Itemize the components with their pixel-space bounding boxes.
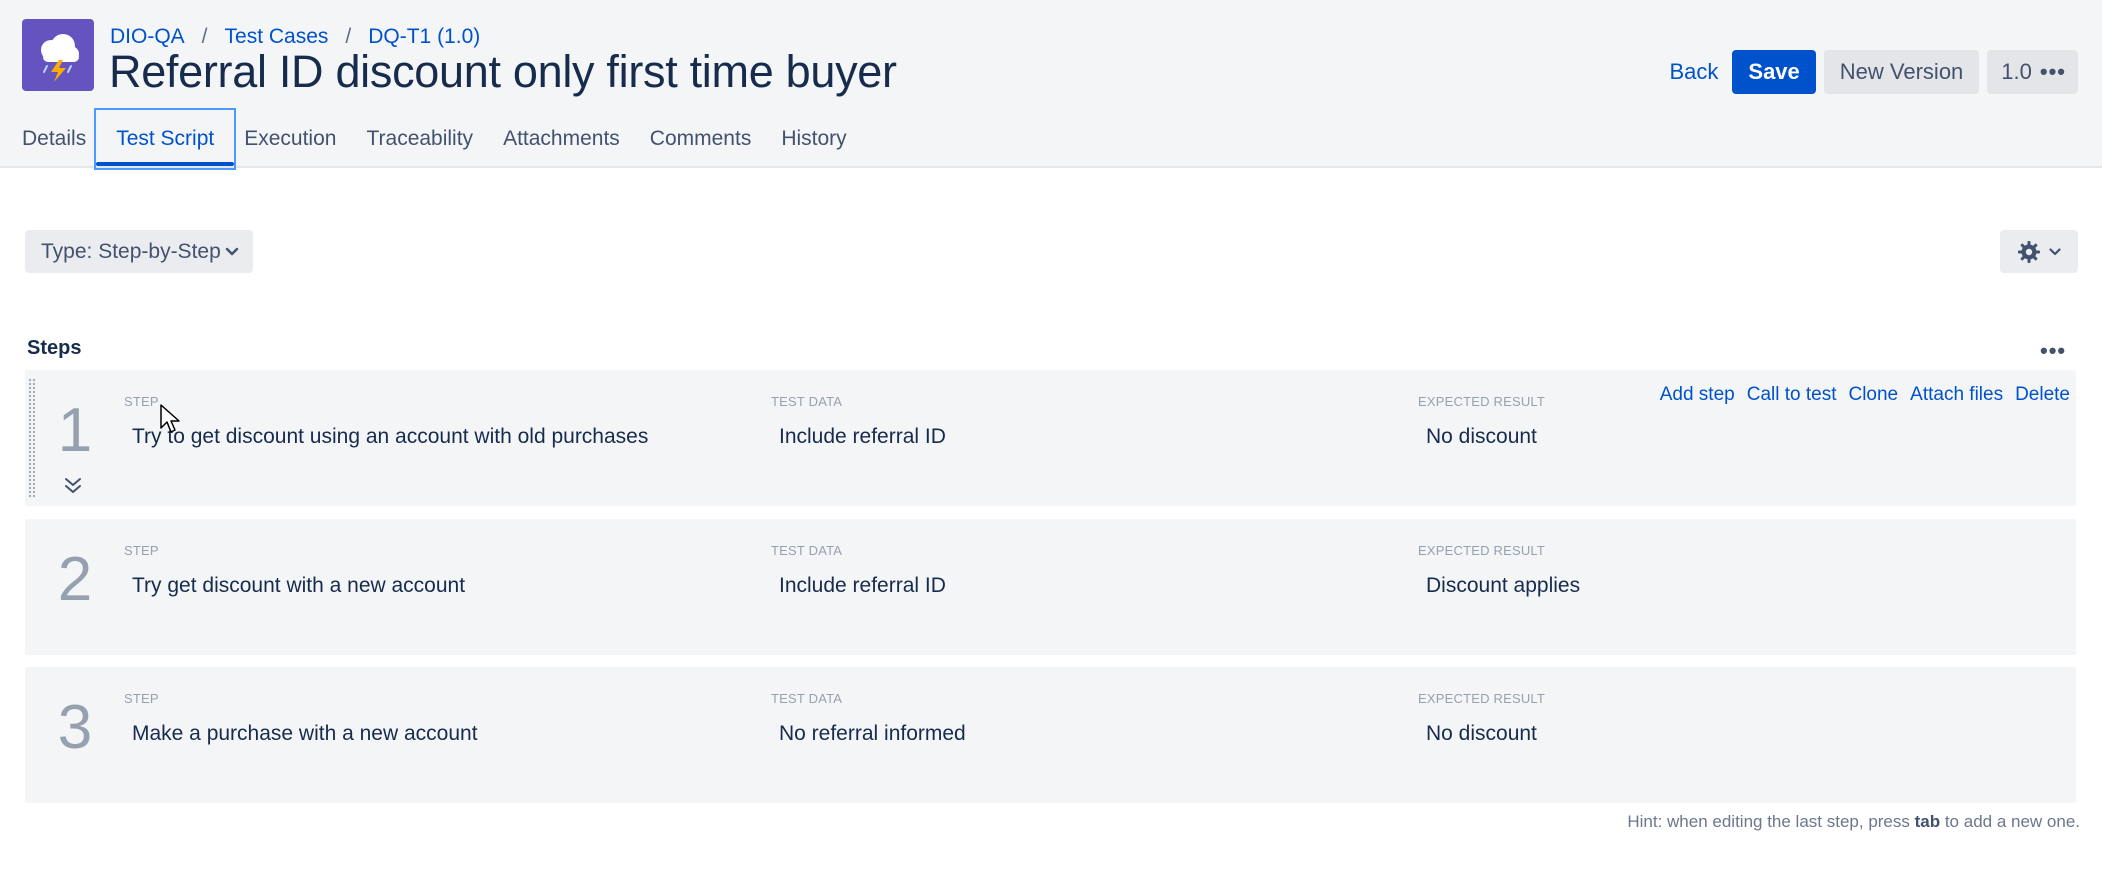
attach-files-link[interactable]: Attach files — [1910, 384, 2003, 406]
step-row[interactable]: 3 STEP Make a purchase with a new accoun… — [25, 667, 2076, 803]
cloud-lightning-icon — [41, 34, 79, 82]
step-row[interactable]: 2 STEP Try get discount with a new accou… — [25, 519, 2076, 655]
tab-execution[interactable]: Execution — [244, 110, 336, 168]
tab-test-script[interactable]: Test Script — [94, 108, 237, 170]
test-data-column-label: TEST DATA — [771, 394, 843, 409]
step-text[interactable]: Try get discount with a new account — [124, 574, 473, 598]
expected-result-column-label: EXPECTED RESULT — [1418, 691, 1546, 706]
expected-result-column-label: EXPECTED RESULT — [1418, 543, 1546, 558]
chevron-down-icon — [225, 247, 239, 255]
clone-link[interactable]: Clone — [1848, 384, 1898, 406]
step-row[interactable]: 1 STEP Try to get discount using an acco… — [25, 370, 2076, 506]
step-number: 2 — [57, 545, 93, 614]
test-data-column-label: TEST DATA — [771, 543, 843, 558]
chevron-down-icon — [2049, 247, 2061, 255]
expected-result-column-label: EXPECTED RESULT — [1418, 394, 1546, 409]
test-data-text[interactable]: No referral informed — [771, 722, 974, 746]
test-data-text[interactable]: Include referral ID — [771, 574, 954, 598]
header-actions: Back Save New Version 1.0 ••• — [1669, 50, 2078, 94]
expected-result-text[interactable]: No discount — [1418, 722, 1545, 746]
version-label: 1.0 — [2001, 59, 2032, 84]
call-to-test-link[interactable]: Call to test — [1747, 384, 1837, 406]
step-text[interactable]: Make a purchase with a new account — [124, 722, 486, 746]
hint-prefix: Hint: when editing the last step, press — [1627, 812, 1915, 831]
expected-result-text[interactable]: Discount applies — [1418, 574, 1588, 598]
tab-history[interactable]: History — [781, 110, 846, 168]
tab-bar: Details Test Script Execution Traceabili… — [22, 108, 877, 170]
back-link[interactable]: Back — [1669, 59, 1718, 85]
double-chevron-down-icon[interactable] — [63, 476, 83, 496]
steps-heading: Steps — [27, 337, 82, 359]
tab-comments[interactable]: Comments — [650, 110, 752, 168]
page-title: Referral ID discount only first time buy… — [109, 46, 897, 97]
project-avatar[interactable] — [22, 19, 94, 91]
steps-more-icon[interactable]: ••• — [2040, 338, 2066, 364]
save-button[interactable]: Save — [1732, 50, 1816, 94]
new-version-button[interactable]: New Version — [1823, 50, 1980, 94]
tab-traceability[interactable]: Traceability — [366, 110, 473, 168]
hint-suffix: to add a new one. — [1940, 812, 2080, 831]
test-data-column-label: TEST DATA — [771, 691, 843, 706]
script-type-dropdown[interactable]: Type: Step-by-Step — [25, 230, 253, 273]
mouse-cursor-icon — [160, 404, 180, 433]
tab-details[interactable]: Details — [22, 110, 86, 168]
step-row-actions: Add step Call to test Clone Attach files… — [1660, 384, 2070, 406]
hint-key: tab — [1914, 812, 1941, 831]
settings-menu-button[interactable] — [2000, 230, 2078, 273]
step-number: 1 — [57, 396, 93, 465]
step-text[interactable]: Try to get discount using an account wit… — [124, 425, 656, 449]
version-menu-button[interactable]: 1.0 ••• — [1987, 50, 2078, 94]
add-step-link[interactable]: Add step — [1660, 384, 1735, 406]
test-data-text[interactable]: Include referral ID — [771, 425, 954, 449]
hint-text: Hint: when editing the last step, press … — [1627, 812, 2080, 832]
delete-link[interactable]: Delete — [2015, 384, 2070, 406]
step-column-label: STEP — [124, 543, 159, 558]
expected-result-text[interactable]: No discount — [1418, 425, 1545, 449]
tab-attachments[interactable]: Attachments — [503, 110, 620, 168]
more-icon: ••• — [2039, 59, 2066, 84]
script-type-label: Type: Step-by-Step — [41, 239, 221, 263]
step-column-label: STEP — [124, 691, 159, 706]
gear-icon — [2018, 240, 2040, 263]
step-column-label: STEP — [124, 394, 159, 409]
step-number: 3 — [57, 693, 93, 762]
drag-handle-icon[interactable] — [28, 378, 36, 498]
page-header: DIO-QA / Test Cases / DQ-T1 (1.0) Referr… — [0, 0, 2102, 170]
